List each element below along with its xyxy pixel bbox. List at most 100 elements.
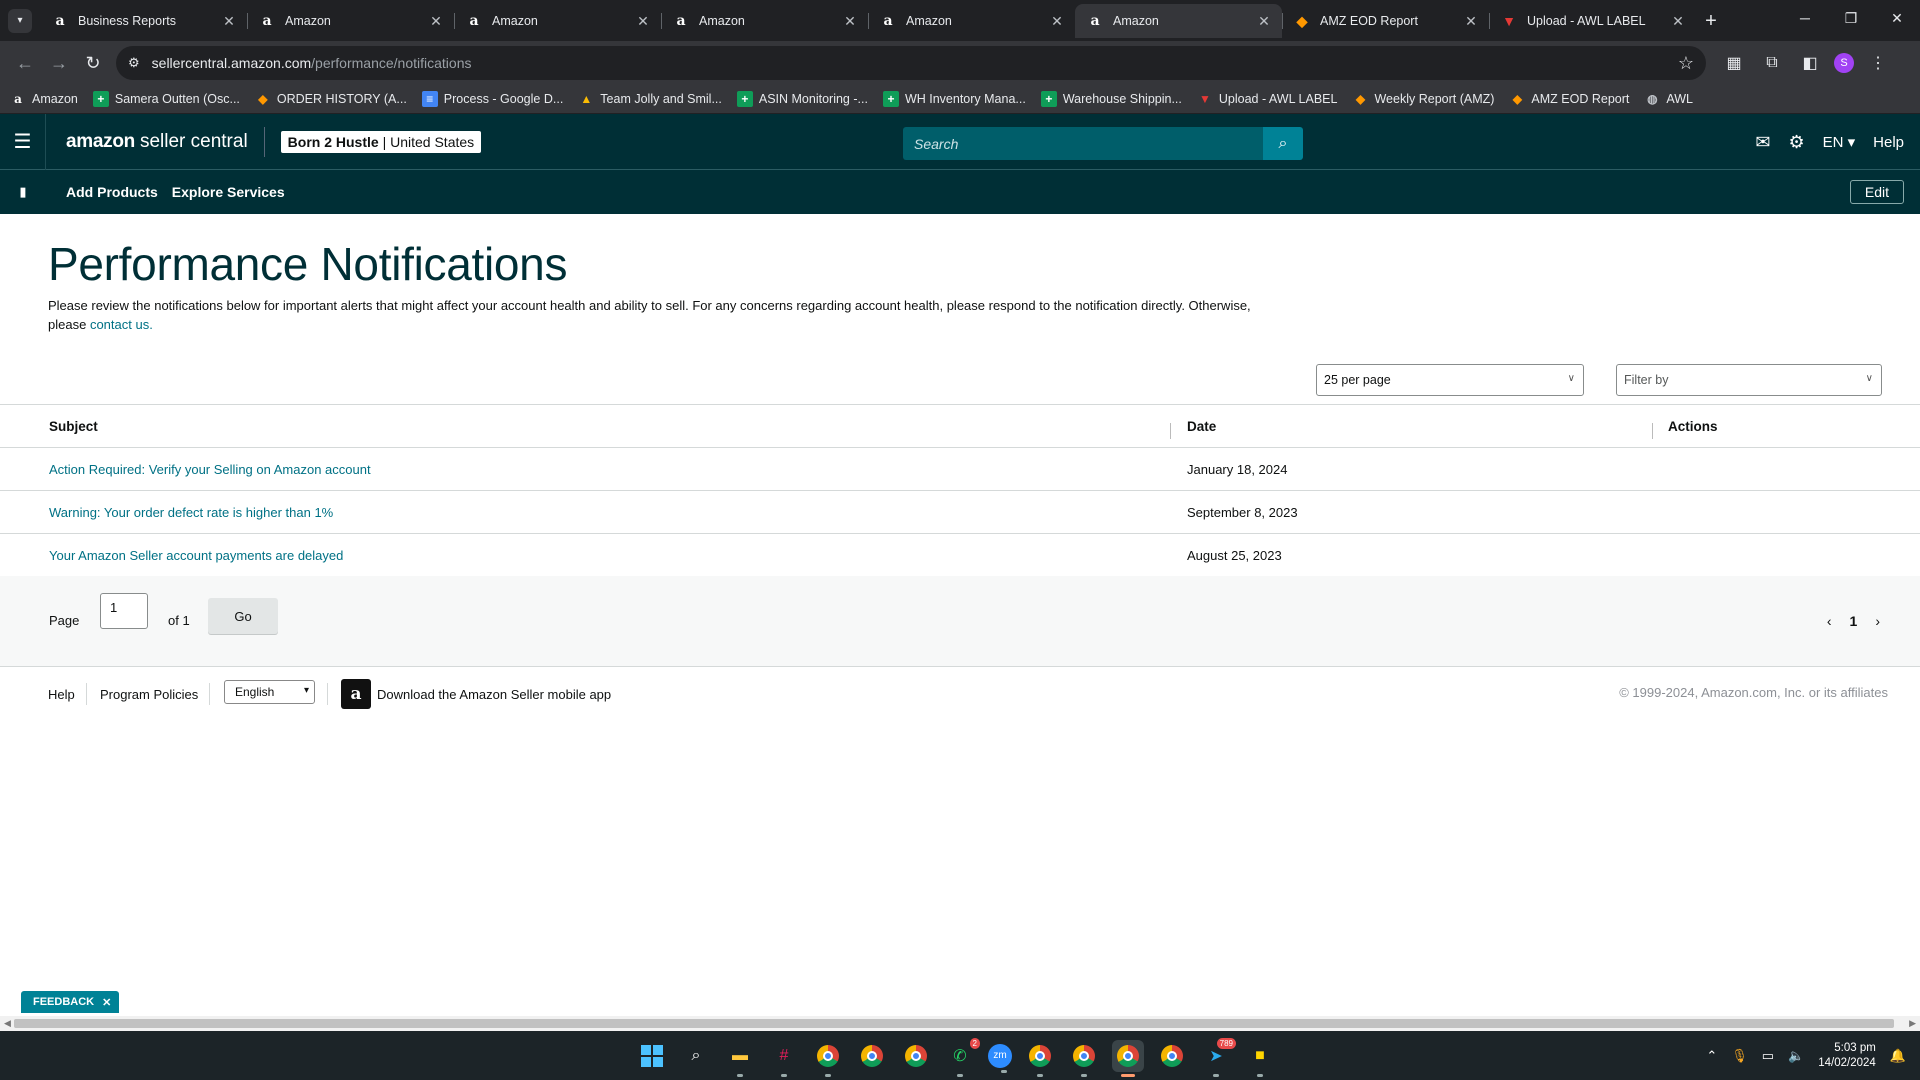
download-app-link[interactable]: Download the Amazon Seller mobile app xyxy=(377,687,611,702)
chrome-icon[interactable] xyxy=(1024,1040,1056,1077)
forward-icon[interactable]: → xyxy=(42,46,76,80)
amazon-app-icon[interactable]: a xyxy=(341,679,371,709)
browser-tab[interactable]: a Business Reports ✕ xyxy=(40,4,247,38)
search-icon[interactable]: ⌕ xyxy=(680,1040,712,1072)
microphone-icon[interactable]: 🎙 xyxy=(1731,1048,1748,1064)
column-header-date[interactable]: Date xyxy=(1170,419,1652,439)
contact-us-link[interactable]: contact us. xyxy=(90,317,153,332)
program-policies-link[interactable]: Program Policies xyxy=(100,687,198,702)
bookmark-item[interactable]: ◍ AWL xyxy=(1644,91,1693,107)
mail-icon[interactable]: ✉ xyxy=(1755,132,1770,153)
minimize-icon[interactable]: ─ xyxy=(1782,0,1828,36)
browser-tab-active[interactable]: a Amazon ✕ xyxy=(1075,4,1282,38)
scrollbar-thumb[interactable] xyxy=(14,1019,1894,1028)
network-icon[interactable]: ▭ xyxy=(1762,1048,1774,1064)
tab-search-button[interactable]: ▾ xyxy=(0,0,40,41)
bookmark-item[interactable]: ◆ AMZ EOD Report xyxy=(1509,91,1630,107)
help-link[interactable]: Help xyxy=(1873,134,1904,151)
chrome-icon[interactable] xyxy=(1156,1040,1188,1072)
bookmark-item[interactable]: ▼ Upload - AWL LABEL xyxy=(1197,91,1338,107)
clock[interactable]: 5:03 pm 14/02/2024 xyxy=(1818,1041,1876,1071)
browser-tab[interactable]: a Amazon ✕ xyxy=(454,4,661,38)
close-icon[interactable]: ✕ xyxy=(221,13,237,29)
windows-start-icon[interactable] xyxy=(636,1040,668,1072)
volume-icon[interactable]: 🔈 xyxy=(1788,1048,1804,1064)
column-header-subject[interactable]: Subject xyxy=(0,419,1170,434)
restore-icon[interactable]: ❐ xyxy=(1828,0,1874,36)
browser-tab[interactable]: ▼ Upload - AWL LABEL ✕ xyxy=(1489,4,1696,38)
scroll-left-icon[interactable]: ◀ xyxy=(4,1018,11,1029)
notification-bell-icon[interactable]: 🔔 xyxy=(1890,1048,1906,1064)
side-panel-icon[interactable]: ◧ xyxy=(1796,49,1824,77)
seller-central-logo[interactable]: amazon seller central xyxy=(66,131,248,153)
bookmark-item[interactable]: a Amazon xyxy=(10,91,78,107)
close-icon[interactable]: ✕ xyxy=(1463,13,1479,29)
gear-icon[interactable]: ⚙ xyxy=(1788,132,1804,153)
page-number-input[interactable]: 1 xyxy=(100,593,148,629)
bookmark-item[interactable]: + Warehouse Shippin... xyxy=(1040,91,1182,107)
account-switcher[interactable]: Born 2 Hustle | United States xyxy=(280,130,482,153)
notification-subject-link[interactable]: Warning: Your order defect rate is highe… xyxy=(0,505,1170,520)
footer-language-select[interactable]: English ▾ xyxy=(224,680,315,704)
go-button[interactable]: Go xyxy=(208,598,278,634)
browser-tab[interactable]: ◆ AMZ EOD Report ✕ xyxy=(1282,4,1489,38)
telegram-icon[interactable]: ➤ 789 xyxy=(1200,1037,1236,1077)
notification-subject-link[interactable]: Your Amazon Seller account payments are … xyxy=(0,548,1170,563)
close-icon[interactable]: ✕ xyxy=(635,13,651,29)
bookmark-item[interactable]: ◆ ORDER HISTORY (A... xyxy=(255,91,407,107)
chrome-icon[interactable] xyxy=(1068,1040,1100,1077)
per-page-select[interactable]: 25 per page ∨ xyxy=(1316,364,1584,396)
bookmark-star-icon[interactable]: ☆ xyxy=(1678,53,1694,74)
bookmark-item[interactable]: + Samera Outten (Osc... xyxy=(92,91,240,107)
bookmark-item[interactable]: + ASIN Monitoring -... xyxy=(736,91,868,107)
horizontal-scrollbar[interactable]: ◀ ▶ xyxy=(0,1016,1920,1031)
whatsapp-icon[interactable]: ✆ 2 xyxy=(944,1037,980,1077)
scroll-right-icon[interactable]: ▶ xyxy=(1909,1018,1916,1029)
current-page[interactable]: 1 xyxy=(1850,613,1858,629)
bookmark-item[interactable]: + WH Inventory Mana... xyxy=(882,91,1026,107)
footer-help-link[interactable]: Help xyxy=(48,687,75,702)
add-products-link[interactable]: Add Products xyxy=(66,184,158,200)
close-icon[interactable]: ✕ xyxy=(1049,13,1065,29)
chrome-icon[interactable] xyxy=(1112,1039,1144,1077)
chrome-icon[interactable] xyxy=(812,1040,844,1077)
bookmark-item[interactable]: ◆ Weekly Report (AMZ) xyxy=(1352,91,1495,107)
notification-subject-link[interactable]: Action Required: Verify your Selling on … xyxy=(0,462,1170,477)
filter-select[interactable]: Filter by ∨ xyxy=(1616,364,1882,396)
address-bar[interactable]: ⚙ sellercentral.amazon.com/performance/n… xyxy=(116,46,1706,80)
zoom-icon[interactable]: zm xyxy=(988,1043,1012,1073)
close-icon[interactable]: ✕ xyxy=(428,13,444,29)
slack-icon[interactable]: # xyxy=(768,1040,800,1077)
back-icon[interactable]: ← xyxy=(8,46,42,80)
browser-tab[interactable]: a Amazon ✕ xyxy=(661,4,868,38)
chrome-icon[interactable] xyxy=(900,1040,932,1072)
bookmark-item[interactable]: ≡ Process - Google D... xyxy=(421,91,563,107)
extensions-icon[interactable]: ⧉ xyxy=(1758,49,1786,77)
file-explorer-icon[interactable]: ▬ xyxy=(724,1040,756,1077)
search-icon[interactable]: ⌕ xyxy=(1263,127,1303,160)
edit-button[interactable]: Edit xyxy=(1849,180,1904,204)
reload-icon[interactable]: ↻ xyxy=(76,46,110,80)
browser-tab[interactable]: a Amazon ✕ xyxy=(868,4,1075,38)
close-icon[interactable]: ✕ xyxy=(842,13,858,29)
browser-tab[interactable]: a Amazon ✕ xyxy=(247,4,454,38)
close-icon[interactable]: ✕ xyxy=(1256,13,1272,29)
explore-services-link[interactable]: Explore Services xyxy=(172,184,285,200)
site-info-icon[interactable]: ⚙ xyxy=(128,55,140,71)
chevron-right-icon[interactable]: › xyxy=(1875,613,1880,629)
chevron-up-icon[interactable]: ⌃ xyxy=(1706,1048,1717,1064)
hamburger-menu-icon[interactable]: ☰ xyxy=(0,113,46,170)
qr-code-icon[interactable]: ▦ xyxy=(1720,49,1748,77)
bookmark-item[interactable]: ▲ Team Jolly and Smil... xyxy=(578,91,722,107)
profile-avatar[interactable]: S xyxy=(1834,53,1854,73)
feedback-button[interactable]: FEEDBACK ✕ xyxy=(21,991,120,1013)
language-selector[interactable]: EN ▾ xyxy=(1823,133,1856,151)
bookmark-icon[interactable]: ▮ xyxy=(0,184,46,200)
close-icon[interactable]: ✕ xyxy=(1670,13,1686,29)
close-window-icon[interactable]: ✕ xyxy=(1874,0,1920,36)
new-tab-button[interactable]: + xyxy=(1696,4,1726,38)
chevron-left-icon[interactable]: ‹ xyxy=(1827,613,1832,629)
sticky-notes-icon[interactable]: ■ xyxy=(1244,1040,1276,1077)
chrome-icon[interactable] xyxy=(856,1040,888,1072)
close-icon[interactable]: ✕ xyxy=(102,996,111,1009)
